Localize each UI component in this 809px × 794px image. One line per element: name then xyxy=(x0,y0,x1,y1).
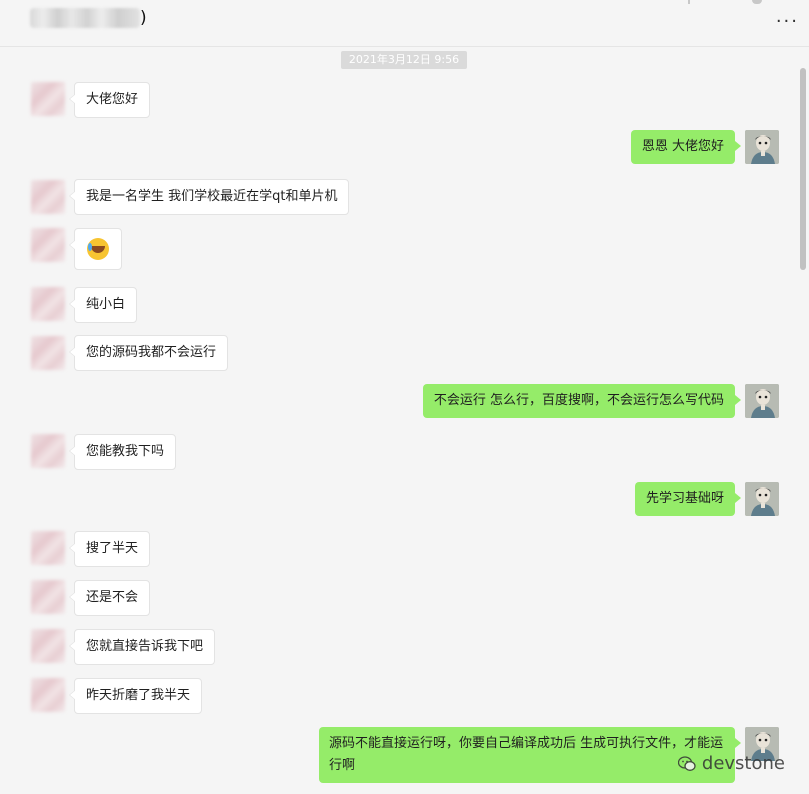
contact-name-blurred xyxy=(30,8,140,28)
my-avatar[interactable] xyxy=(745,130,779,164)
message-timestamp: 2021年3月12日 9:56 xyxy=(341,51,467,69)
person-cartoon-icon xyxy=(745,482,779,516)
laughing-crying-emoji-icon xyxy=(87,238,109,260)
message-bubble-received[interactable]: 昨天折磨了我半天 xyxy=(68,678,203,714)
message-bubble-sent[interactable]: 源码不能直接运行呀，你要自己编译成功后 生成可执行文件，才能运行啊 xyxy=(319,727,741,783)
my-avatar[interactable] xyxy=(745,482,779,516)
person-cartoon-icon xyxy=(745,384,779,418)
message-bubble-received[interactable]: 我是一名学生 我们学校最近在学qt和单片机 xyxy=(68,179,350,215)
contact-avatar[interactable] xyxy=(31,82,65,116)
message-bubble-received[interactable]: 纯小白 xyxy=(68,287,138,323)
top-edge-mark xyxy=(752,0,762,4)
message-bubble-received[interactable]: 还是不会 xyxy=(68,580,151,616)
contact-avatar[interactable] xyxy=(31,228,65,262)
wechat-icon xyxy=(677,756,696,771)
message-bubble-sent[interactable]: 不会运行 怎么行，百度搜啊，不会运行怎么写代码 xyxy=(422,384,742,418)
contact-avatar[interactable] xyxy=(31,531,65,565)
message-bubble-received[interactable]: 大佬您好 xyxy=(68,82,151,118)
message-bubble-received[interactable]: 您就直接告诉我下吧 xyxy=(68,629,216,665)
contact-avatar[interactable] xyxy=(31,287,65,321)
contact-avatar[interactable] xyxy=(31,336,65,370)
contact-avatar[interactable] xyxy=(31,434,65,468)
contact-avatar[interactable] xyxy=(31,180,65,214)
message-bubble-received[interactable]: 搜了半天 xyxy=(68,531,151,567)
message-bubble-received[interactable] xyxy=(69,228,122,270)
contact-name-suffix: ) xyxy=(140,8,147,28)
message-bubble-sent[interactable]: 先学习基础呀 xyxy=(634,482,742,516)
top-edge-mark xyxy=(688,0,690,4)
my-avatar[interactable] xyxy=(745,384,779,418)
person-cartoon-icon xyxy=(745,130,779,164)
more-options-icon[interactable]: ··· xyxy=(776,13,799,31)
message-bubble-sent[interactable]: 恩恩 大佬您好 xyxy=(630,130,742,164)
watermark: devstone xyxy=(677,753,785,774)
contact-avatar[interactable] xyxy=(31,629,65,663)
chat-header: ) ··· xyxy=(0,0,809,47)
message-bubble-received[interactable]: 您的源码我都不会运行 xyxy=(68,335,229,371)
watermark-text: devstone xyxy=(701,753,785,774)
scrollbar-thumb[interactable] xyxy=(800,68,806,270)
contact-avatar[interactable] xyxy=(31,678,65,712)
contact-avatar[interactable] xyxy=(31,580,65,614)
message-bubble-received[interactable]: 您能教我下吗 xyxy=(68,434,177,470)
